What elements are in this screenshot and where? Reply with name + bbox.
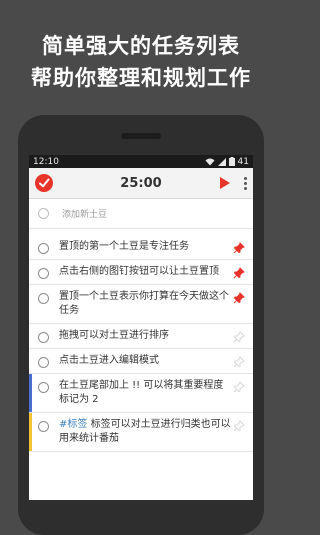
task-checkbox[interactable]: [38, 421, 49, 432]
app-screen: 12:10 41 25:00 添加新土豆 置顶的第一个土豆是专注任务 点击右侧的…: [29, 155, 253, 500]
pin-icon[interactable]: [233, 292, 245, 304]
phone-speaker: [121, 133, 161, 139]
task-item[interactable]: 点击右侧的图钉按钮可以让土豆置顶: [29, 260, 253, 285]
play-icon[interactable]: [220, 177, 230, 189]
task-checkbox[interactable]: [38, 243, 49, 254]
task-checkbox[interactable]: [38, 293, 49, 304]
add-task-row[interactable]: 添加新土豆: [29, 199, 253, 229]
priority-bar: [29, 413, 32, 451]
wifi-icon: [205, 158, 215, 165]
task-checkbox[interactable]: [38, 332, 49, 343]
pin-icon[interactable]: [233, 420, 245, 432]
pin-icon[interactable]: [233, 356, 245, 368]
task-item[interactable]: 置顶的第一个土豆是专注任务: [29, 235, 253, 260]
more-vert-icon[interactable]: [244, 176, 247, 190]
check-logo-icon[interactable]: [35, 174, 53, 192]
status-time: 12:10: [33, 156, 59, 167]
pin-icon[interactable]: [233, 242, 245, 254]
task-checkbox[interactable]: [38, 357, 49, 368]
task-checkbox[interactable]: [38, 382, 49, 393]
task-tag[interactable]: #标签: [59, 419, 87, 430]
task-text: 点击土豆进入编辑模式: [59, 355, 159, 366]
task-text: #标签 标签可以对土豆进行归类也可以用来统计番茄: [59, 413, 233, 451]
task-text: 拖拽可以对土豆进行排序: [59, 330, 169, 341]
task-item[interactable]: 在土豆尾部加上 !! 可以将其重要程度标记为 2: [29, 374, 253, 413]
battery-level: 41: [237, 156, 249, 167]
add-task-input[interactable]: 添加新土豆: [62, 207, 107, 220]
pin-icon[interactable]: [233, 381, 245, 393]
task-item[interactable]: 置顶一个土豆表示你打算在今天做这个任务: [29, 285, 253, 324]
task-item[interactable]: #标签 标签可以对土豆进行归类也可以用来统计番茄: [29, 413, 253, 452]
promo-line-1: 简单强大的任务列表: [42, 34, 240, 58]
signal-icon: [217, 157, 226, 166]
status-icons: 41: [205, 157, 249, 167]
task-text: 在土豆尾部加上 !! 可以将其重要程度标记为 2: [59, 380, 224, 405]
task-text: 点击右侧的图钉按钮可以让土豆置顶: [59, 266, 219, 277]
battery-icon: [228, 157, 235, 166]
task-text: 置顶一个土豆表示你打算在今天做这个任务: [59, 291, 229, 316]
status-bar: 12:10 41: [29, 155, 253, 168]
app-bar: 25:00: [29, 168, 253, 199]
pin-icon[interactable]: [233, 331, 245, 343]
task-checkbox[interactable]: [38, 268, 49, 279]
task-item[interactable]: 拖拽可以对土豆进行排序: [29, 324, 253, 349]
task-item[interactable]: 点击土豆进入编辑模式: [29, 349, 253, 374]
priority-bar: [29, 374, 32, 412]
promo-line-2: 帮助你整理和规划工作: [31, 66, 251, 90]
add-task-circle-icon: [38, 208, 49, 219]
task-text: 置顶的第一个土豆是专注任务: [59, 241, 189, 252]
pin-icon[interactable]: [233, 267, 245, 279]
